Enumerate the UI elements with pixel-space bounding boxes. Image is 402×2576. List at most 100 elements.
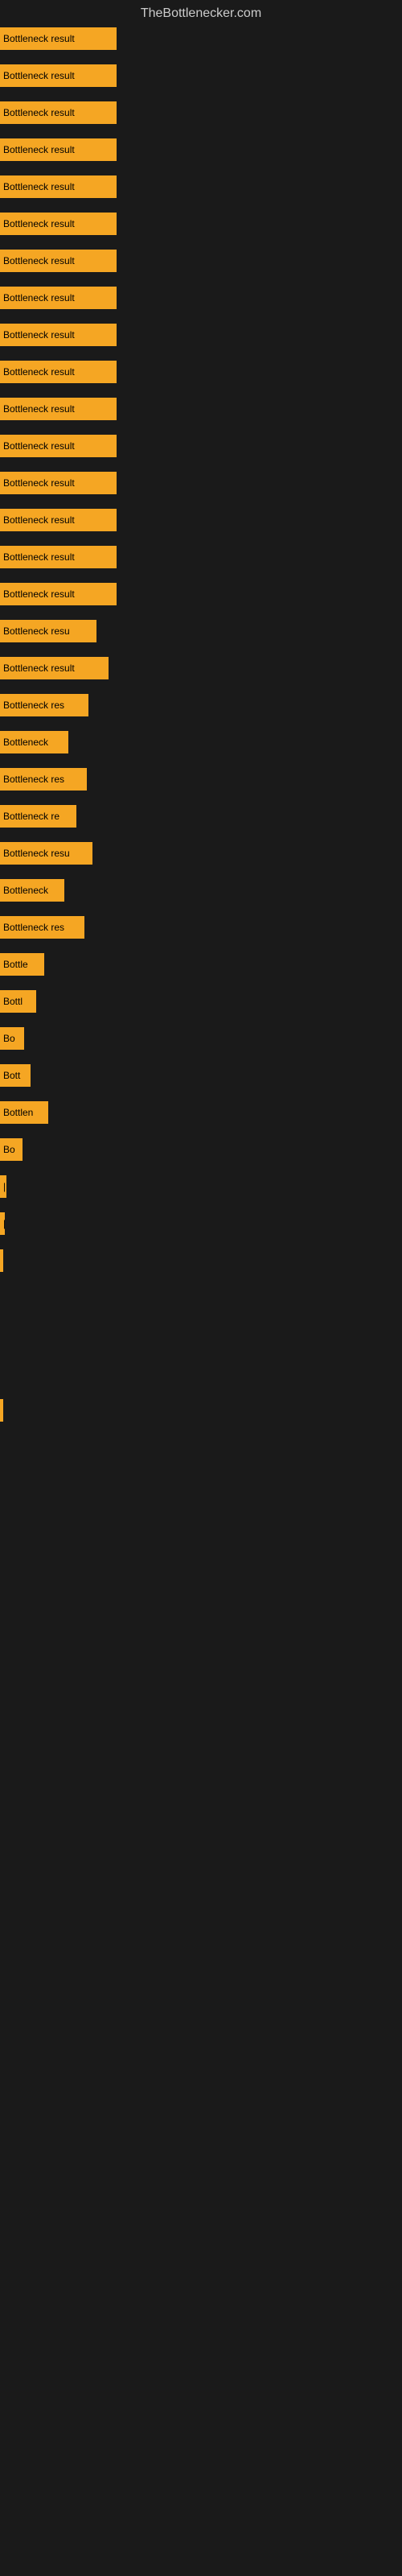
bar-row: Bottleneck resu — [0, 842, 402, 865]
bottleneck-bar: Bottleneck res — [0, 916, 84, 939]
bottleneck-label: Bottleneck resu — [3, 848, 70, 859]
bottleneck-bar: Bottleneck resu — [0, 842, 92, 865]
bar-row — [0, 1286, 402, 1294]
bar-row: Bottleneck — [0, 731, 402, 753]
bottleneck-label: Bottleneck result — [3, 403, 75, 415]
bottleneck-bar: Bottleneck result — [0, 250, 117, 272]
bottleneck-bar: Bottleneck result — [0, 101, 117, 124]
bottleneck-bar: Bottleneck result — [0, 546, 117, 568]
bar-row: | — [0, 1175, 402, 1198]
bottleneck-bar: Bottleneck result — [0, 398, 117, 420]
bottleneck-label: | — [3, 1218, 5, 1229]
bottleneck-label: Bottleneck result — [3, 551, 75, 563]
bottleneck-label: Bottleneck result — [3, 477, 75, 489]
bottleneck-label: Bottleneck re — [3, 811, 59, 822]
bottleneck-label: Bo — [3, 1033, 15, 1044]
bottleneck-label: Bottleneck result — [3, 588, 75, 600]
bottleneck-bar: | — [0, 1175, 6, 1198]
bottleneck-label: Bottleneck result — [3, 218, 75, 229]
bottleneck-label: Bottleneck result — [3, 33, 75, 44]
bar-row — [0, 1399, 402, 1422]
bottleneck-label: Bottleneck — [3, 737, 48, 748]
bar-row: Bottle — [0, 953, 402, 976]
bottleneck-bar: Bo — [0, 1138, 23, 1161]
bottleneck-bar: Bottleneck result — [0, 583, 117, 605]
bar-row: Bottleneck res — [0, 916, 402, 939]
bar-row: Bottleneck result — [0, 101, 402, 124]
bottleneck-label: Bottleneck result — [3, 514, 75, 526]
bar-row — [0, 1309, 402, 1317]
bottleneck-bar: Bottleneck result — [0, 435, 117, 457]
bottleneck-label: Bott — [3, 1070, 20, 1081]
bottleneck-bar: Bottleneck result — [0, 27, 117, 50]
bar-row: Bottleneck result — [0, 398, 402, 420]
site-header: TheBottlenecker.com — [0, 0, 402, 27]
bottleneck-bar: Bottlen — [0, 1101, 48, 1124]
bars-container: Bottleneck result Bottleneck result Bottle… — [0, 27, 402, 1422]
bottleneck-label: Bottleneck res — [3, 922, 64, 933]
bottleneck-bar: Bottleneck — [0, 731, 68, 753]
bar-row: Bottleneck result — [0, 213, 402, 235]
bottleneck-bar: Bottleneck result — [0, 472, 117, 494]
bottleneck-label: Bottleneck result — [3, 440, 75, 452]
bar-row: Bo — [0, 1138, 402, 1161]
bottleneck-bar: Bottleneck result — [0, 657, 109, 679]
bar-row: Bottleneck result — [0, 64, 402, 87]
bottleneck-bar: Bottleneck result — [0, 287, 117, 309]
bar-row: Bottleneck result — [0, 175, 402, 198]
bar-row — [0, 1331, 402, 1340]
bottleneck-bar: Bottleneck result — [0, 324, 117, 346]
bar-row: Bottleneck result — [0, 138, 402, 161]
bar-row: Bottleneck res — [0, 768, 402, 791]
bar-row: Bottleneck result — [0, 472, 402, 494]
bottleneck-label: Bottleneck result — [3, 292, 75, 303]
bar-row: Bottleneck result — [0, 657, 402, 679]
bottleneck-label: Bottleneck resu — [3, 625, 70, 637]
bar-row: Bottleneck result — [0, 583, 402, 605]
bottleneck-bar: Bott — [0, 1064, 31, 1087]
bar-row: Bottleneck re — [0, 805, 402, 828]
bottleneck-bar: Bottleneck — [0, 879, 64, 902]
bottleneck-bar — [0, 1399, 3, 1422]
bottleneck-label: Bottleneck result — [3, 181, 75, 192]
bar-row: Bottleneck result — [0, 435, 402, 457]
bottleneck-bar: Bottleneck re — [0, 805, 76, 828]
bar-row — [0, 1377, 402, 1385]
bar-row: Bottleneck result — [0, 287, 402, 309]
bottleneck-bar: Bottleneck res — [0, 694, 88, 716]
bar-row: Bottl — [0, 990, 402, 1013]
bottleneck-label: Bottleneck result — [3, 366, 75, 378]
bottleneck-bar: Bottleneck res — [0, 768, 87, 791]
bottleneck-bar: | — [0, 1212, 5, 1235]
bar-row: Bottlen — [0, 1101, 402, 1124]
bar-row: Bottleneck result — [0, 546, 402, 568]
bar-row: Bo — [0, 1027, 402, 1050]
bottleneck-label: Bottleneck result — [3, 329, 75, 341]
bottleneck-bar: Bottleneck result — [0, 175, 117, 198]
bottleneck-label: Bottl — [3, 996, 23, 1007]
bottleneck-label: Bo — [3, 1144, 15, 1155]
bottleneck-label: Bottleneck result — [3, 255, 75, 266]
bar-row — [0, 1249, 402, 1272]
bottleneck-label: | — [3, 1181, 6, 1192]
bar-row: Bott — [0, 1064, 402, 1087]
bar-row — [0, 1354, 402, 1362]
bottleneck-label: Bottleneck result — [3, 70, 75, 81]
bottleneck-bar: Bottle — [0, 953, 44, 976]
bottleneck-bar: Bottleneck result — [0, 213, 117, 235]
bottleneck-bar: Bottleneck resu — [0, 620, 96, 642]
bottleneck-label: Bottlen — [3, 1107, 33, 1118]
bar-row: Bottleneck result — [0, 250, 402, 272]
bar-row: Bottleneck result — [0, 509, 402, 531]
bar-row: Bottleneck result — [0, 27, 402, 50]
bar-row: Bottleneck resu — [0, 620, 402, 642]
bottleneck-label: Bottleneck result — [3, 107, 75, 118]
bottleneck-label: Bottleneck result — [3, 663, 75, 674]
bottleneck-label: Bottleneck res — [3, 774, 64, 785]
bar-row: | — [0, 1212, 402, 1235]
bottleneck-bar: Bottleneck result — [0, 64, 117, 87]
bar-row: Bottleneck result — [0, 324, 402, 346]
bottleneck-bar: Bottleneck result — [0, 509, 117, 531]
bottleneck-label: Bottleneck — [3, 885, 48, 896]
bar-row: Bottleneck res — [0, 694, 402, 716]
